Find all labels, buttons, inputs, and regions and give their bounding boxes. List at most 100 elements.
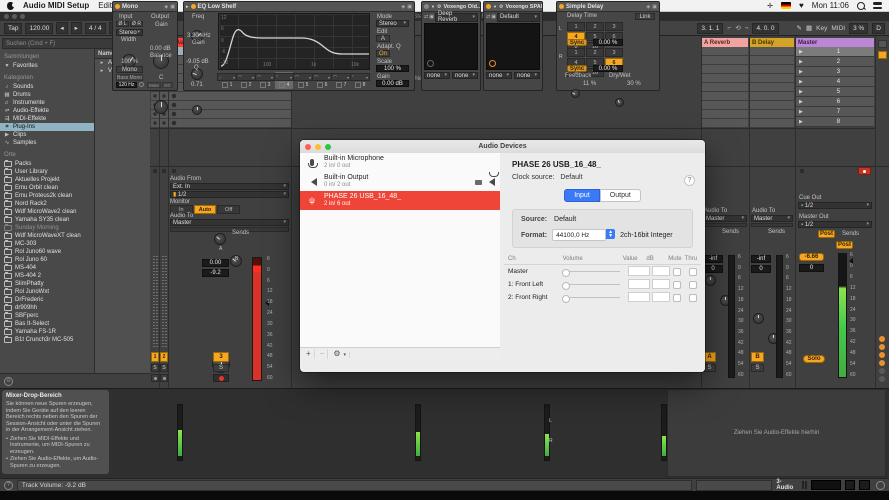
thru-checkbox[interactable] [689, 293, 697, 302]
sidebar-place-item[interactable]: Wdf MicroWaveXT clean [0, 232, 94, 240]
eq-band-cell[interactable]: ◝ ▾ 4 [274, 72, 294, 89]
nudge-up-button[interactable]: ▸ [70, 22, 82, 34]
clock-source-value[interactable]: Default [560, 174, 582, 181]
master-volume-display[interactable]: -6.66 [799, 253, 824, 261]
band-enable-checkbox[interactable] [354, 82, 361, 88]
beat-division-button[interactable]: 3 [605, 48, 623, 57]
expand-triangle-icon[interactable]: ▸ [99, 68, 105, 74]
source-value[interactable]: Default [554, 216, 576, 223]
sidebar-place-item[interactable]: Rol Juno 60 [0, 256, 94, 264]
scene-slot[interactable]: ▶ 5 [796, 87, 874, 97]
stop-clip-button[interactable] [162, 169, 166, 173]
mixer-section-toggle[interactable] [879, 336, 885, 342]
eq-band-cell[interactable]: ◠ ▾ 5 [293, 72, 313, 89]
eq-mode-select[interactable]: Stereo ▾ [376, 20, 409, 27]
mixer-section-toggle[interactable] [879, 352, 885, 358]
nudge-down-button[interactable]: ◂ [56, 22, 68, 34]
device-header[interactable]: Mono ◈ ▣ [113, 2, 177, 12]
sidebar-category-item[interactable]: ∿ Samples [0, 139, 94, 147]
solo-button[interactable]: S [213, 364, 229, 372]
right-sync-button[interactable]: Sync [567, 65, 587, 72]
menu-clock[interactable]: Mon 11:06 [812, 1, 849, 10]
band-enable-checkbox[interactable] [240, 82, 247, 88]
db-field[interactable] [651, 265, 670, 276]
keyboard-layout-flag-icon[interactable] [781, 2, 792, 9]
link-button[interactable]: Link [635, 13, 655, 20]
bass-mono-freq[interactable]: 120 Hz [116, 82, 137, 88]
band-enable-checkbox[interactable] [316, 82, 323, 88]
eq-band-cell[interactable]: ◠ ▾ 3 [255, 72, 275, 89]
sidebar-place-item[interactable]: MC-303 [0, 240, 94, 248]
expand-triangle-icon[interactable]: ▸ [99, 60, 105, 66]
mixer-section-toggle[interactable] [879, 368, 885, 374]
sidebar-category-item[interactable]: ▦ Drums [0, 91, 94, 99]
value-field[interactable] [628, 265, 651, 276]
track-volume-meter[interactable] [252, 257, 262, 381]
save-preset-icon[interactable]: ▣ [429, 14, 434, 20]
eq-band-cell[interactable]: ◞ ▾ 1 [217, 72, 237, 89]
phase-left-button[interactable]: Ø L [116, 21, 129, 27]
apple-menu-icon[interactable] [7, 1, 16, 10]
audio-device-row[interactable]: Built-in Output 0 in/ 2 out [300, 172, 500, 191]
return-a-meter[interactable] [728, 255, 735, 378]
track-2-arm[interactable] [160, 374, 168, 382]
add-device-button[interactable]: + [303, 349, 315, 359]
feedback-value[interactable]: 11 % [583, 81, 596, 88]
beat-division-button[interactable]: 1 [567, 48, 585, 57]
sidebar-item-favorites[interactable]: ♥ Favorites [0, 62, 94, 70]
menu-item[interactable]: Edit [98, 1, 112, 10]
preset-select[interactable]: Deep Reverb ▾ [434, 11, 478, 23]
mute-checkbox[interactable] [672, 267, 681, 276]
plugin-param-b-select[interactable]: none ▾ [514, 72, 540, 79]
master-out-select[interactable]: ▪ 1/2 ▾ [798, 221, 872, 228]
gear-menu-button[interactable]: ⚙ ▾ [330, 349, 353, 360]
master-pan-display[interactable]: 0 [799, 264, 824, 272]
channel-mode-select[interactable]: Stereo ▾ [116, 29, 143, 36]
track-2-solo[interactable]: S [160, 364, 168, 372]
scene-slot[interactable]: ▶ 2 [796, 57, 874, 67]
bass-mono-listen-icon[interactable] [139, 82, 144, 87]
sidebar-category-item[interactable]: ♬ Instrumente [0, 99, 94, 107]
sidebar-place-item[interactable]: Rol JunoWxt [0, 288, 94, 296]
eq-edit-button[interactable]: A [376, 35, 390, 42]
send-a-pre-post-toggle[interactable]: Post [818, 230, 835, 238]
sidebar-place-item[interactable]: SlimPhatty [0, 280, 94, 288]
sidebar-place-item[interactable]: Packs [0, 160, 94, 168]
device-power-icon[interactable] [424, 4, 429, 9]
track-1-arm[interactable] [151, 374, 159, 382]
mono-button[interactable]: Mono [116, 66, 143, 73]
plugin-param-a-select[interactable]: none ▾ [424, 72, 450, 79]
save-preset-icon[interactable]: ▣ [491, 14, 496, 20]
track-2-activator[interactable]: 2 [160, 352, 168, 362]
sidebar-place-item[interactable]: Sunday Morning [0, 224, 94, 232]
plugin-param-b-select[interactable]: none ▾ [452, 72, 478, 79]
master-track-header[interactable]: Master [796, 38, 874, 47]
mute-checkbox[interactable] [672, 280, 681, 289]
balance-value[interactable]: C [159, 75, 163, 82]
device-header[interactable]: Simple Delay ◈ ▣ [557, 2, 659, 12]
stop-clip-button[interactable] [172, 169, 176, 173]
band-enable-checkbox[interactable] [335, 82, 342, 88]
return-b-pan-display[interactable]: 0 [751, 265, 771, 273]
track-activator-button[interactable]: 3 [213, 352, 229, 362]
adapt-q-button[interactable]: On [376, 50, 390, 57]
plugin-panel[interactable] [424, 23, 478, 70]
scene-slot[interactable]: ▶ 8 [796, 117, 874, 127]
eq-band-cell[interactable]: ◠ ▾ 6 [312, 72, 332, 89]
sidebar-place-item[interactable]: Rol Juno60 wave [0, 248, 94, 256]
eq-curve-display[interactable]: 12 6 0 -6 -12 100 1k 10k [218, 13, 370, 70]
tab-input[interactable]: Input [564, 189, 600, 202]
beat-division-button[interactable]: 2 [586, 48, 604, 57]
sample-rate-select[interactable]: 44100,0 Hz [552, 229, 607, 241]
bass-mono-button[interactable]: Bass Mono [116, 74, 143, 81]
width-value[interactable]: 100 % [121, 59, 138, 66]
left-offset-value[interactable]: 0.00 % [593, 39, 623, 46]
sidebar-place-item[interactable]: DrFrederic [0, 296, 94, 304]
device-power-icon[interactable] [559, 4, 564, 9]
stop-all-clips-button[interactable] [800, 169, 804, 173]
dry-wet-knob[interactable] [615, 98, 624, 107]
band-enable-checkbox[interactable] [259, 82, 266, 88]
right-offset-value[interactable]: 0.00 % [593, 65, 623, 72]
unfold-icon[interactable]: ▸ [186, 4, 189, 10]
db-field[interactable] [651, 278, 670, 289]
